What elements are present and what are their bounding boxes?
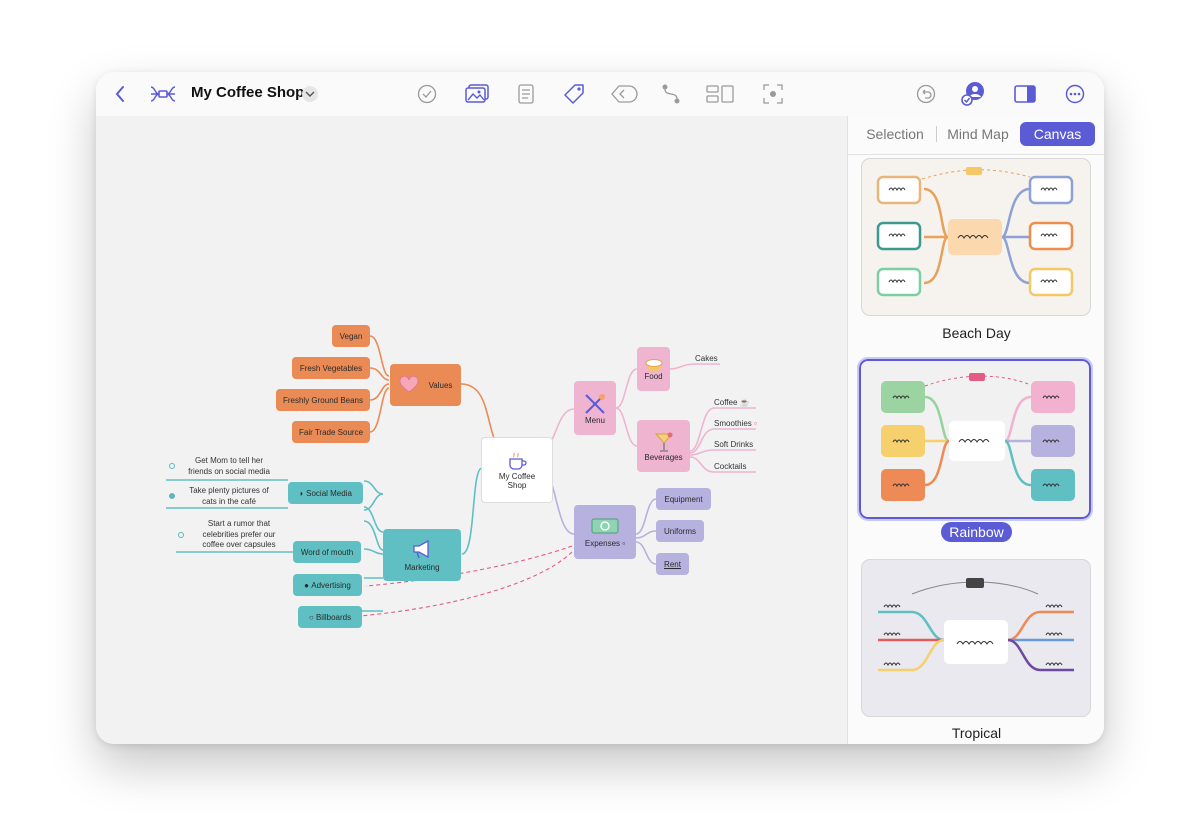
theme-card-beach-day[interactable] <box>861 158 1091 316</box>
dropdown-chevron-icon[interactable] <box>302 86 318 102</box>
coffee-icon: ☕ <box>739 398 750 407</box>
marketing-topic[interactable]: Marketing <box>383 529 461 581</box>
coffee-cup-icon <box>509 452 527 470</box>
billboards-label: Billboards <box>315 612 352 622</box>
utensils-icon <box>585 393 605 414</box>
values-child[interactable]: Freshly Ground Beans <box>276 389 370 411</box>
expenses-topic[interactable]: Expenses ▫ <box>574 505 636 559</box>
theme-card-tropical[interactable] <box>861 559 1091 717</box>
more-icon[interactable] <box>1061 80 1089 108</box>
food-topic[interactable]: Food <box>637 347 670 391</box>
mind-map-canvas[interactable]: My Coffee Shop Values Vegan Fresh Vegeta… <box>96 116 847 744</box>
sidebar-toggle-icon[interactable] <box>1011 80 1039 108</box>
theme-label-beach-day: Beach Day <box>942 325 1011 341</box>
back-chevron-icon[interactable] <box>106 80 134 108</box>
billboards-topic[interactable]: ○ Billboards <box>298 606 362 628</box>
menu-label: Menu <box>584 415 605 425</box>
food-label: Food <box>644 371 663 381</box>
values-child[interactable]: Fair Trade Source <box>292 421 370 443</box>
word-of-mouth-topic[interactable]: Word of mouth <box>293 541 361 563</box>
social-note-1[interactable]: Get Mom to tell her friends on social med… <box>174 456 284 477</box>
note-icon: ▫ <box>622 538 626 548</box>
toolbar: My Coffee Shop <box>96 72 1104 117</box>
beverages-topic[interactable]: Beverages <box>637 420 690 472</box>
values-child[interactable]: Fresh Vegetables <box>292 357 370 379</box>
theme-label-tropical: Tropical <box>951 725 1002 741</box>
panel-divider <box>848 154 1104 155</box>
map-structure-icon[interactable] <box>149 80 177 108</box>
connector-lines <box>166 335 756 617</box>
values-topic[interactable]: Values <box>390 364 461 406</box>
expenses-label: Expenses ▫ <box>584 538 626 548</box>
relationship-icon[interactable] <box>657 80 685 108</box>
beverages-child[interactable]: Soft Drinks <box>714 440 753 449</box>
format-panel: Selection Mind Map Canvas Beach Day Rain… <box>847 116 1104 744</box>
rainbow-label: Rainbow <box>941 522 1012 542</box>
beach-day-preview <box>876 167 1074 297</box>
beverages-child[interactable]: Smoothies ▫ <box>714 419 757 428</box>
money-icon <box>591 518 619 533</box>
beverages-label: Beverages <box>644 452 683 462</box>
cocktail-icon <box>654 432 673 452</box>
leaf-label: Coffee <box>714 398 738 407</box>
tab-divider <box>936 126 937 142</box>
theme-card-rainbow[interactable] <box>857 357 1093 521</box>
word-of-mouth-note[interactable]: Start a rumor that celebrities prefer our… <box>184 519 294 551</box>
food-child[interactable]: Cakes <box>695 354 718 363</box>
tab-selection[interactable]: Selection <box>856 122 934 146</box>
tab-mind-map[interactable]: Mind Map <box>938 122 1018 146</box>
rainbow-preview <box>881 373 1075 501</box>
note-icon: ▫ <box>754 419 757 428</box>
beverages-child[interactable]: Coffee ☕ <box>714 398 750 407</box>
image-icon[interactable] <box>463 80 491 108</box>
tab-canvas[interactable]: Canvas <box>1020 122 1095 146</box>
megaphone-icon <box>413 539 429 558</box>
expenses-child[interactable]: Uniforms <box>656 520 704 542</box>
checkmark-circle-icon[interactable] <box>413 80 441 108</box>
social-media-label: Social Media <box>306 488 352 498</box>
central-topic-line2: Shop <box>507 481 527 490</box>
advertising-label: Advertising <box>311 580 351 590</box>
layout-icon[interactable] <box>706 80 734 108</box>
advertising-topic[interactable]: ● Advertising <box>293 574 362 596</box>
beverages-child[interactable]: Cocktails <box>714 462 746 471</box>
values-label: Values <box>428 380 453 390</box>
focus-icon[interactable] <box>759 80 787 108</box>
pie-icon <box>645 358 662 371</box>
document-title[interactable]: My Coffee Shop <box>191 84 304 101</box>
heart-icon <box>399 375 419 393</box>
expenses-child[interactable]: Equipment <box>656 488 711 510</box>
central-topic-line1: My Coffee <box>498 472 536 481</box>
marketing-label: Marketing <box>404 562 440 572</box>
expenses-child[interactable]: Rent <box>656 553 689 575</box>
ipad-window: My Coffee Shop My Coffee Shop Values Veg… <box>96 72 1104 744</box>
social-media-topic[interactable]: ◗ Social Media <box>288 482 363 504</box>
tag-icon[interactable] <box>560 80 588 108</box>
values-child[interactable]: Vegan <box>332 325 370 347</box>
central-topic[interactable]: My Coffee Shop <box>481 437 553 503</box>
document-icon[interactable] <box>512 80 540 108</box>
boundary-icon[interactable] <box>609 80 638 108</box>
leaf-label: Smoothies <box>714 419 752 428</box>
undo-icon[interactable] <box>912 80 940 108</box>
collaboration-icon[interactable] <box>960 80 988 108</box>
social-note-2[interactable]: Take plenty pictures of cats in the café <box>174 486 284 507</box>
theme-label-rainbow: Rainbow <box>848 522 1104 542</box>
menu-topic[interactable]: Menu <box>574 381 616 435</box>
tropical-preview <box>878 578 1074 672</box>
